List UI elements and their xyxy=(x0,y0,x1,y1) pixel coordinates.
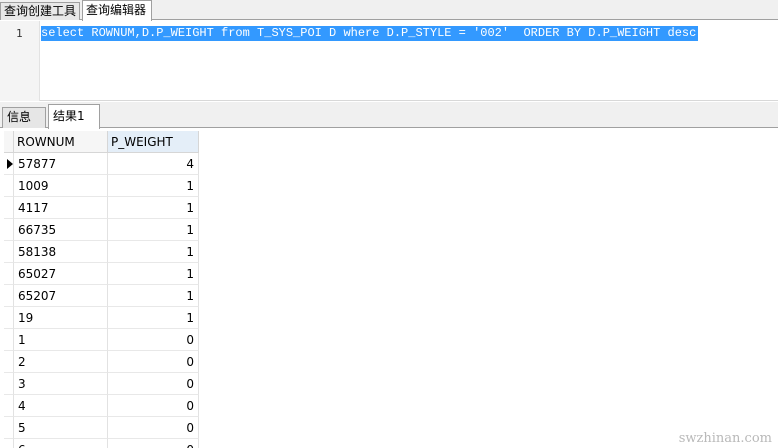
cell-rownum[interactable]: 57877 xyxy=(14,153,108,175)
top-tab-bar: 查询创建工具 查询编辑器 xyxy=(0,0,778,21)
cell-p-weight[interactable]: 1 xyxy=(108,307,199,329)
cell-rownum[interactable]: 5 xyxy=(14,417,108,439)
row-indicator[interactable] xyxy=(4,395,14,417)
row-indicator-header xyxy=(4,131,14,153)
result-tab-bar: 信息 结果1 xyxy=(0,102,778,129)
cell-rownum[interactable]: 1009 xyxy=(14,175,108,197)
column-header-rownum[interactable]: ROWNUM xyxy=(14,131,108,153)
cell-rownum[interactable]: 19 xyxy=(14,307,108,329)
current-row-arrow-icon xyxy=(7,159,13,169)
cell-p-weight[interactable]: 0 xyxy=(108,417,199,439)
row-indicator[interactable] xyxy=(4,329,14,351)
cell-rownum[interactable]: 65027 xyxy=(14,263,108,285)
line-number: 1 xyxy=(16,27,23,40)
cell-p-weight[interactable]: 1 xyxy=(108,241,199,263)
cell-rownum[interactable]: 2 xyxy=(14,351,108,373)
cell-p-weight[interactable]: 0 xyxy=(108,439,199,448)
row-indicator[interactable] xyxy=(4,241,14,263)
column-header-p-weight[interactable]: P_WEIGHT xyxy=(108,131,199,153)
cell-p-weight[interactable]: 4 xyxy=(108,153,199,175)
cell-p-weight[interactable]: 1 xyxy=(108,285,199,307)
cell-p-weight[interactable]: 0 xyxy=(108,351,199,373)
cell-rownum[interactable]: 4117 xyxy=(14,197,108,219)
cell-p-weight[interactable]: 0 xyxy=(108,329,199,351)
cell-rownum[interactable]: 3 xyxy=(14,373,108,395)
tab-result-1[interactable]: 结果1 xyxy=(48,104,100,129)
sql-editor[interactable]: 1 select ROWNUM,D.P_WEIGHT from T_SYS_PO… xyxy=(0,21,778,101)
row-indicator[interactable] xyxy=(4,153,14,175)
line-number-gutter: 1 xyxy=(0,21,40,101)
cell-rownum[interactable]: 58138 xyxy=(14,241,108,263)
row-indicator[interactable] xyxy=(4,351,14,373)
cell-p-weight[interactable]: 1 xyxy=(108,263,199,285)
cell-p-weight[interactable]: 1 xyxy=(108,219,199,241)
row-indicator[interactable] xyxy=(4,175,14,197)
row-indicator[interactable] xyxy=(4,439,14,448)
row-indicator[interactable] xyxy=(4,285,14,307)
cell-rownum[interactable]: 66735 xyxy=(14,219,108,241)
cell-rownum[interactable]: 4 xyxy=(14,395,108,417)
tab-query-editor[interactable]: 查询编辑器 xyxy=(82,0,152,21)
row-indicator[interactable] xyxy=(4,307,14,329)
cell-rownum[interactable]: 6 xyxy=(14,439,108,448)
sql-text-selected[interactable]: select ROWNUM,D.P_WEIGHT from T_SYS_POI … xyxy=(41,26,699,41)
row-indicator[interactable] xyxy=(4,373,14,395)
row-indicator[interactable] xyxy=(4,417,14,439)
row-indicator[interactable] xyxy=(4,263,14,285)
watermark: swzhinan.com xyxy=(678,431,772,446)
cell-rownum[interactable]: 65207 xyxy=(14,285,108,307)
row-indicator[interactable] xyxy=(4,197,14,219)
cell-p-weight[interactable]: 0 xyxy=(108,395,199,417)
row-indicator[interactable] xyxy=(4,219,14,241)
cell-rownum[interactable]: 1 xyxy=(14,329,108,351)
tab-info[interactable]: 信息 xyxy=(2,107,46,128)
cell-p-weight[interactable]: 1 xyxy=(108,197,199,219)
cell-p-weight[interactable]: 1 xyxy=(108,175,199,197)
tab-query-builder[interactable]: 查询创建工具 xyxy=(0,2,80,20)
cell-p-weight[interactable]: 0 xyxy=(108,373,199,395)
